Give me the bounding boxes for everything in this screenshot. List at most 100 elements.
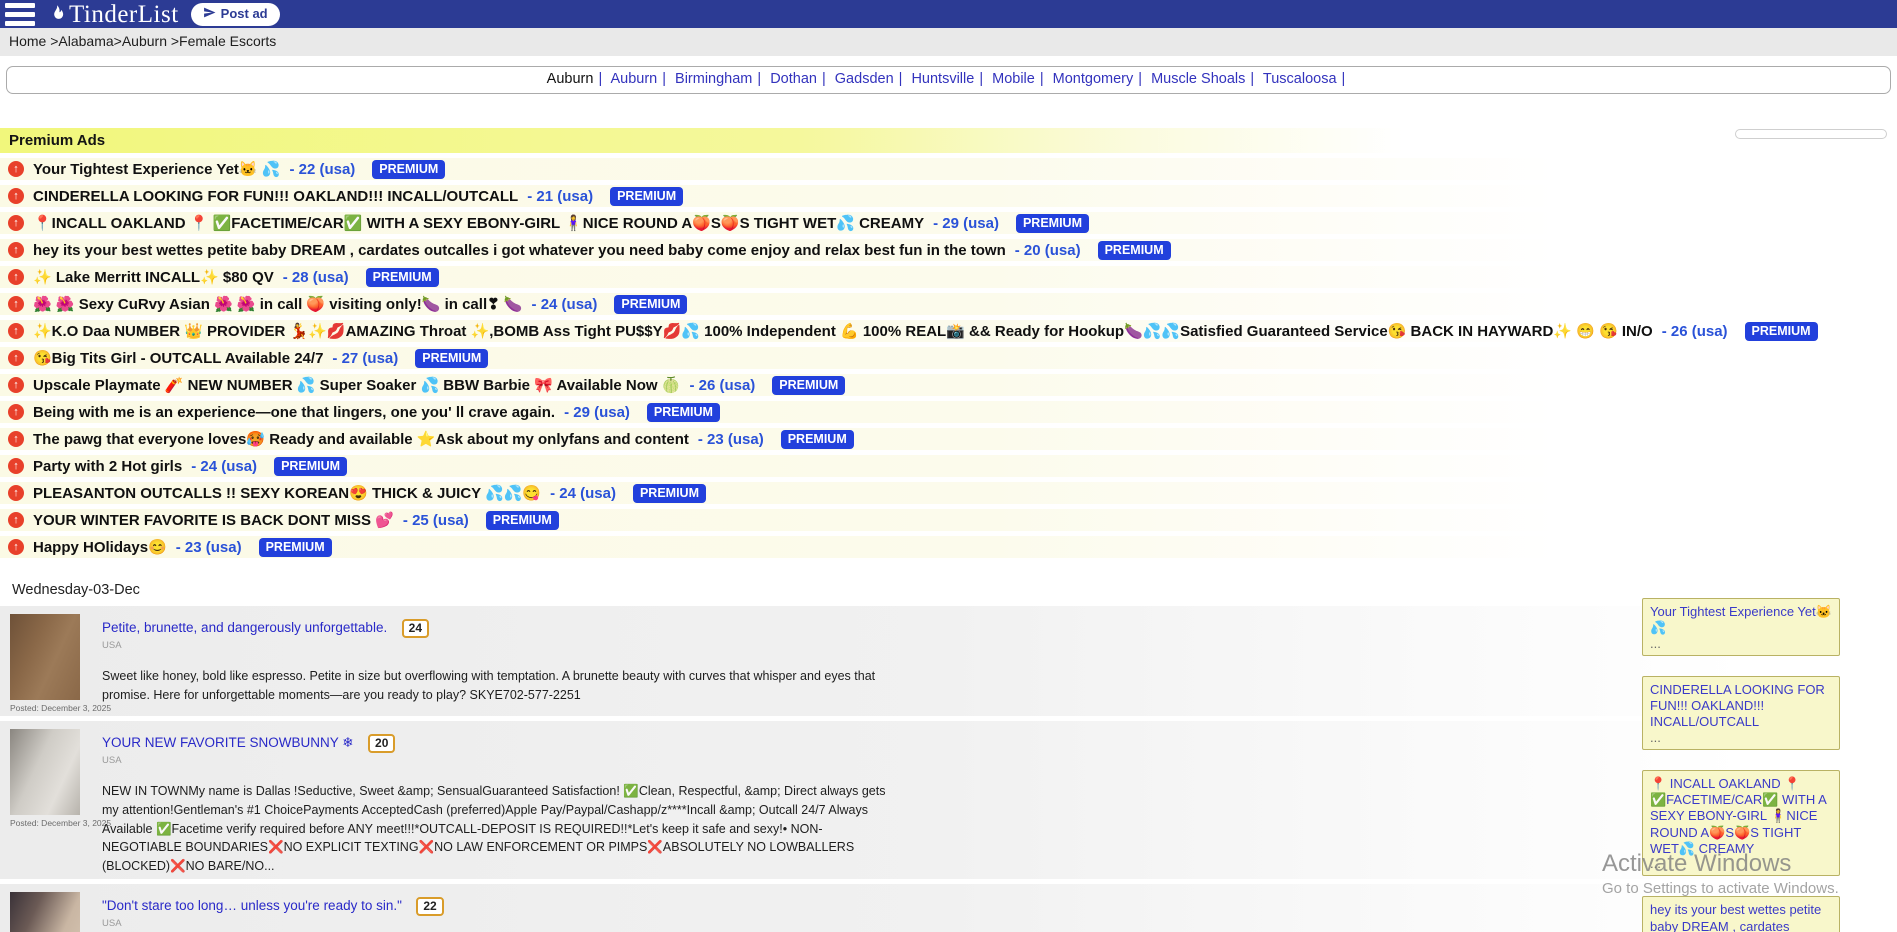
- listing-title-link[interactable]: Petite, brunette, and dangerously unforg…: [102, 620, 387, 635]
- premium-ad-age: - 24 (usa): [550, 485, 616, 502]
- premium-ad-age: - 25 (usa): [403, 512, 469, 529]
- premium-badge: PREMIUM: [1016, 214, 1089, 233]
- premium-ad-title[interactable]: PLEASANTON OUTCALLS !! SEXY KOREAN😍 THIC…: [33, 484, 541, 502]
- city-link[interactable]: Birmingham: [675, 71, 752, 87]
- premium-badge: PREMIUM: [486, 511, 559, 530]
- premium-ad-row[interactable]: ↑ YOUR WINTER FAVORITE IS BACK DONT MISS…: [0, 509, 1897, 531]
- sidebar-ad-title[interactable]: hey its your best wettes petite baby DRE…: [1650, 902, 1832, 932]
- city-link[interactable]: Montgomery: [1053, 71, 1134, 87]
- premium-ad-age: - 22 (usa): [289, 161, 355, 178]
- premium-ad-title[interactable]: Upscale Playmate 🧨 NEW NUMBER 💦 Super So…: [33, 376, 680, 394]
- city-link[interactable]: Huntsville: [911, 71, 974, 87]
- premium-ad-title[interactable]: 📍INCALL OAKLAND 📍 ✅FACETIME/CAR✅ WITH A …: [33, 214, 924, 232]
- country-label: USA: [102, 755, 892, 766]
- premium-ad-row[interactable]: ↑ hey its your best wettes petite baby D…: [0, 239, 1897, 261]
- sidebar-ad-card[interactable]: CINDERELLA LOOKING FOR FUN!!! OAKLAND!!!…: [1642, 676, 1840, 750]
- listing-photo[interactable]: [10, 614, 80, 700]
- premium-ad-title[interactable]: YOUR WINTER FAVORITE IS BACK DONT MISS 💕: [33, 511, 394, 529]
- city-link[interactable]: Auburn: [610, 71, 657, 87]
- premium-ad-title[interactable]: 😘Big Tits Girl - OUTCALL Available 24/7: [33, 349, 323, 367]
- city-separator: |: [1133, 71, 1147, 87]
- listing-title-link[interactable]: "Don't stare too long… unless you're rea…: [102, 898, 402, 913]
- posted-date: Posted: December 3, 2025: [10, 818, 84, 828]
- premium-ad-title[interactable]: Being with me is an experience—one that …: [33, 404, 555, 421]
- premium-ad-title[interactable]: Party with 2 Hot girls: [33, 458, 182, 475]
- premium-ad-title[interactable]: hey its your best wettes petite baby DRE…: [33, 242, 1006, 259]
- premium-ads-section: Premium Ads ↑ Your Tightest Experience Y…: [0, 128, 1897, 558]
- premium-ad-age: - 24 (usa): [532, 296, 598, 313]
- upvote-icon: ↑: [8, 323, 24, 339]
- city-separator: |: [752, 71, 766, 87]
- date-header: Wednesday-03-Dec: [0, 582, 1897, 598]
- premium-ads-heading: Premium Ads: [0, 128, 1897, 153]
- premium-ad-row[interactable]: ↑ PLEASANTON OUTCALLS !! SEXY KOREAN😍 TH…: [0, 482, 1897, 504]
- brand-logo[interactable]: TinderList: [47, 2, 179, 27]
- hamburger-menu-icon[interactable]: [5, 3, 35, 26]
- sidebar-ad-title[interactable]: CINDERELLA LOOKING FOR FUN!!! OAKLAND!!!…: [1650, 682, 1832, 731]
- breadcrumb[interactable]: Home >Alabama>Auburn >Female Escorts: [9, 33, 276, 49]
- listing-title-link[interactable]: YOUR NEW FAVORITE SNOWBUNNY ❄: [102, 735, 354, 750]
- premium-ad-title[interactable]: 🌺 🌺 Sexy CuRvy Asian 🌺 🌺 in call 🍑 visit…: [33, 295, 523, 313]
- premium-ad-title[interactable]: ✨ Lake Merritt INCALL✨ $80 QV: [33, 268, 274, 286]
- upvote-icon: ↑: [8, 431, 24, 447]
- city-link[interactable]: Mobile: [992, 71, 1035, 87]
- premium-ad-row[interactable]: ↑ ✨ Lake Merritt INCALL✨ $80 QV - 28 (us…: [0, 266, 1897, 288]
- premium-ad-title[interactable]: Happy HOlidays😊: [33, 538, 167, 556]
- city-link[interactable]: Muscle Shoals: [1151, 71, 1245, 87]
- listing-description: Sweet like honey, bold like espresso. Pe…: [102, 667, 892, 705]
- premium-badge: PREMIUM: [274, 457, 347, 476]
- premium-badge: PREMIUM: [633, 484, 706, 503]
- sidebar-ad-card[interactable]: Your Tightest Experience Yet🐱 💦 ...: [1642, 598, 1840, 656]
- upvote-icon: ↑: [8, 242, 24, 258]
- city-separator: |: [817, 71, 831, 87]
- premium-badge: PREMIUM: [781, 430, 854, 449]
- top-header-bar: TinderList Post ad: [0, 0, 1897, 28]
- upvote-icon: ↑: [8, 458, 24, 474]
- upvote-icon: ↑: [8, 350, 24, 366]
- premium-ads-list: ↑ Your Tightest Experience Yet🐱 💦 - 22 (…: [0, 158, 1897, 558]
- premium-ad-title[interactable]: CINDERELLA LOOKING FOR FUN!!! OAKLAND!!!…: [33, 188, 518, 205]
- city-nav-box: Auburn| Auburn| Birmingham| Dothan| Gads…: [6, 66, 1891, 94]
- age-badge: 24: [402, 619, 429, 638]
- city-separator: |: [657, 71, 671, 87]
- premium-ad-row[interactable]: ↑ Your Tightest Experience Yet🐱 💦 - 22 (…: [0, 158, 1897, 180]
- listing-photo[interactable]: [10, 729, 80, 815]
- premium-ad-row[interactable]: ↑ Happy HOlidays😊 - 23 (usa) PREMIUM: [0, 536, 1897, 558]
- premium-ad-title[interactable]: The pawg that everyone loves🥵 Ready and …: [33, 430, 689, 448]
- premium-ad-row[interactable]: ↑ Being with me is an experience—one tha…: [0, 401, 1897, 423]
- city-link[interactable]: Dothan: [770, 71, 817, 87]
- premium-ad-age: - 24 (usa): [191, 458, 257, 475]
- sidebar-ad-card[interactable]: 📍 INCALL OAKLAND 📍 ✅FACETIME/CAR✅ WITH A…: [1642, 770, 1840, 877]
- posted-date: Posted: December 3, 2025: [10, 703, 84, 713]
- premium-ad-row[interactable]: ↑ 🌺 🌺 Sexy CuRvy Asian 🌺 🌺 in call 🍑 vis…: [0, 293, 1897, 315]
- premium-ad-age: - 29 (usa): [564, 404, 630, 421]
- premium-badge: PREMIUM: [366, 268, 439, 287]
- city-link[interactable]: Tuscaloosa: [1263, 71, 1337, 87]
- city-separator: |: [974, 71, 988, 87]
- listing-photo[interactable]: [10, 892, 80, 932]
- listing-content: Petite, brunette, and dangerously unforg…: [102, 614, 892, 705]
- sidebar-ad-title[interactable]: Your Tightest Experience Yet🐱 💦: [1650, 604, 1832, 637]
- age-badge: 22: [416, 897, 443, 916]
- premium-ad-row[interactable]: ↑ CINDERELLA LOOKING FOR FUN!!! OAKLAND!…: [0, 185, 1897, 207]
- premium-badge: PREMIUM: [614, 295, 687, 314]
- premium-ad-row[interactable]: ↑ 😘Big Tits Girl - OUTCALL Available 24/…: [0, 347, 1897, 369]
- city-link[interactable]: Gadsden: [835, 71, 894, 87]
- sidebar-ad-more: ...: [1650, 637, 1832, 651]
- premium-ad-row[interactable]: ↑ ✨K.O Daa NUMBER 👑 PROVIDER 💃✨💋AMAZING …: [0, 320, 1897, 342]
- sidebar-ad-title[interactable]: 📍 INCALL OAKLAND 📍 ✅FACETIME/CAR✅ WITH A…: [1650, 776, 1832, 857]
- listing-row: Posted: December 3, 2025 "Don't stare to…: [0, 884, 1897, 932]
- sidebar-ad-card[interactable]: hey its your best wettes petite baby DRE…: [1642, 896, 1840, 932]
- city-link[interactable]: Auburn: [547, 71, 594, 87]
- premium-ad-row[interactable]: ↑ Upscale Playmate 🧨 NEW NUMBER 💦 Super …: [0, 374, 1897, 396]
- premium-ad-title[interactable]: ✨K.O Daa NUMBER 👑 PROVIDER 💃✨💋AMAZING Th…: [33, 322, 1653, 340]
- premium-ad-row[interactable]: ↑ 📍INCALL OAKLAND 📍 ✅FACETIME/CAR✅ WITH …: [0, 212, 1897, 234]
- premium-ad-row[interactable]: ↑ Party with 2 Hot girls - 24 (usa) PREM…: [0, 455, 1897, 477]
- premium-badge: PREMIUM: [647, 403, 720, 422]
- premium-ad-title[interactable]: Your Tightest Experience Yet🐱 💦: [33, 160, 280, 178]
- premium-ad-age: - 21 (usa): [527, 188, 593, 205]
- breadcrumb-bar: Home >Alabama>Auburn >Female Escorts: [0, 28, 1897, 56]
- premium-ad-row[interactable]: ↑ The pawg that everyone loves🥵 Ready an…: [0, 428, 1897, 450]
- post-ad-button[interactable]: Post ad: [191, 3, 280, 26]
- ad-placeholder-box: [1735, 129, 1887, 139]
